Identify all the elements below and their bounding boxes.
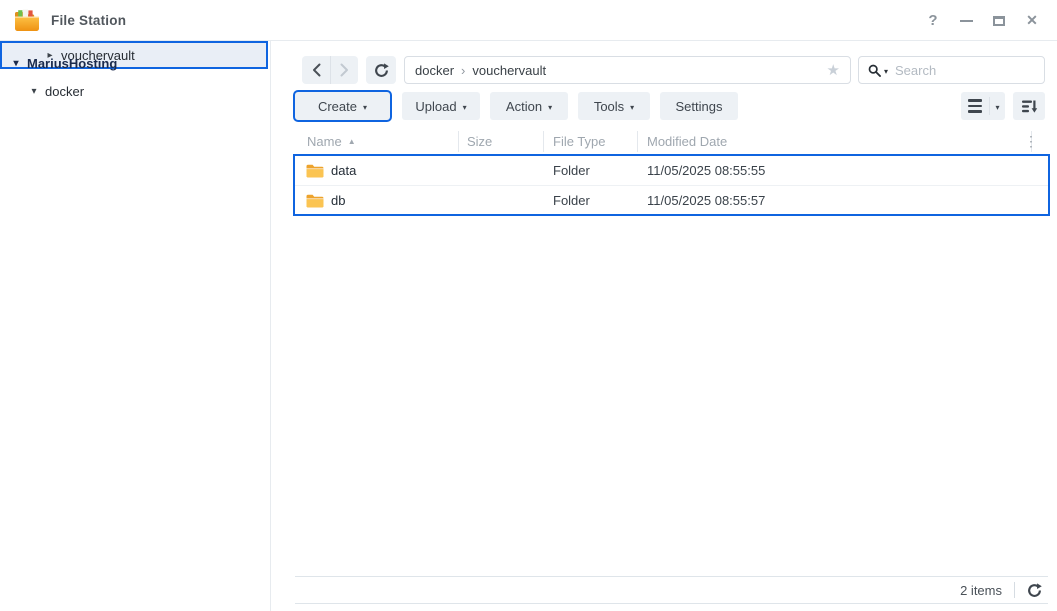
sidebar-item-mariushosting[interactable]: ▾ MariusHosting <box>0 51 270 75</box>
folder-icon <box>306 164 324 178</box>
status-refresh-button[interactable] <box>1027 582 1042 598</box>
sidebar-item-docker[interactable]: ▾ docker <box>0 79 270 103</box>
file-list: data Folder 11/05/2025 08:55:55 db Folde… <box>295 156 1048 214</box>
caret-down-icon: ▾ <box>995 102 1000 112</box>
sort-options-button[interactable] <box>1013 92 1045 120</box>
tools-button-label: Tools <box>593 98 625 114</box>
refresh-button[interactable] <box>366 56 396 84</box>
main-panel: docker › vouchervault ★ ▾ Create ▾ Uploa… <box>272 41 1057 611</box>
caret-down-icon: ▾ <box>630 102 635 112</box>
tree-expanded-icon[interactable]: ▾ <box>10 58 22 69</box>
file-type: Folder <box>553 192 590 208</box>
sidebar-item-label: MariusHosting <box>27 55 118 71</box>
table-row[interactable]: db Folder 11/05/2025 08:55:57 <box>295 185 1048 214</box>
refresh-icon <box>374 62 389 77</box>
column-header-label: Size <box>467 134 493 149</box>
breadcrumb: docker › vouchervault ★ <box>404 56 851 84</box>
breadcrumb-separator: › <box>461 62 466 78</box>
status-divider <box>1014 582 1015 598</box>
upload-button-label: Upload <box>415 98 457 114</box>
file-station-app-icon <box>15 9 39 31</box>
tree-expanded-icon[interactable]: ▾ <box>28 86 40 97</box>
button-divider <box>989 97 990 115</box>
action-button-label: Action <box>505 98 543 114</box>
view-mode-button[interactable]: ▾ <box>961 92 1005 120</box>
folder-icon <box>306 194 324 208</box>
window-controls: ? ✕ <box>926 0 1039 41</box>
search-input[interactable] <box>895 62 1035 78</box>
create-button-label: Create <box>317 98 357 114</box>
file-name: data <box>331 163 357 178</box>
file-list-header: Name ▲ Size File Type Modified Date ⋮ <box>295 128 1048 155</box>
forward-button[interactable] <box>330 56 358 84</box>
breadcrumb-segment-docker[interactable]: docker <box>415 63 454 78</box>
status-bar: 2 items <box>295 576 1048 604</box>
caret-down-icon: ▾ <box>548 102 553 112</box>
tools-button[interactable]: Tools ▾ <box>578 92 650 120</box>
items-count: 2 items <box>960 582 1002 598</box>
column-divider[interactable] <box>543 131 544 152</box>
table-row[interactable]: data Folder 11/05/2025 08:55:55 <box>295 156 1048 185</box>
sort-ascending-icon: ▲ <box>347 137 356 146</box>
file-modified-date: 11/05/2025 08:55:55 <box>647 163 766 178</box>
file-name: db <box>331 192 346 208</box>
sort-icon <box>1021 100 1037 113</box>
column-header-name[interactable]: Name ▲ <box>307 128 356 155</box>
settings-button[interactable]: Settings <box>660 92 738 120</box>
column-header-modified-date[interactable]: Modified Date <box>647 128 727 155</box>
column-header-file-type[interactable]: File Type <box>553 128 606 155</box>
settings-button-label: Settings <box>675 98 723 114</box>
search-scope-caret-icon[interactable]: ▾ <box>884 67 888 76</box>
column-divider[interactable] <box>637 131 638 152</box>
file-modified-date: 11/05/2025 08:55:57 <box>647 192 766 208</box>
column-header-label: File Type <box>553 134 606 149</box>
breadcrumb-segment-vouchervault[interactable]: vouchervault <box>472 63 546 78</box>
minimize-icon[interactable] <box>959 13 973 29</box>
action-button[interactable]: Action ▾ <box>490 92 568 120</box>
sidebar-folder-tree: ▾ MariusHosting ▾ docker ▸ vouchervault <box>0 41 271 611</box>
help-icon[interactable]: ? <box>926 12 940 29</box>
search-box: ▾ <box>858 56 1045 84</box>
caret-down-icon: ▾ <box>363 102 368 112</box>
refresh-icon <box>1028 582 1042 597</box>
file-type: Folder <box>553 163 590 178</box>
upload-button[interactable]: Upload ▾ <box>402 92 480 120</box>
column-header-size[interactable]: Size <box>467 128 492 155</box>
column-divider[interactable] <box>458 131 459 152</box>
app-title: File Station <box>51 12 127 28</box>
column-header-label: Modified Date <box>647 134 728 149</box>
list-view-icon <box>968 99 982 113</box>
search-icon <box>868 64 881 77</box>
caret-down-icon: ▾ <box>462 102 467 112</box>
column-header-label: Name <box>307 134 342 149</box>
titlebar: File Station ? ✕ <box>0 0 1057 41</box>
column-options-icon[interactable]: ⋮ <box>1020 128 1042 155</box>
sidebar-item-label: docker <box>45 83 85 99</box>
create-button[interactable]: Create ▾ <box>293 90 392 122</box>
history-nav-group <box>302 56 358 84</box>
close-icon[interactable]: ✕ <box>1025 12 1039 29</box>
back-button[interactable] <box>302 56 330 84</box>
maximize-icon[interactable] <box>992 13 1006 29</box>
favorite-star-icon[interactable]: ★ <box>827 61 840 79</box>
